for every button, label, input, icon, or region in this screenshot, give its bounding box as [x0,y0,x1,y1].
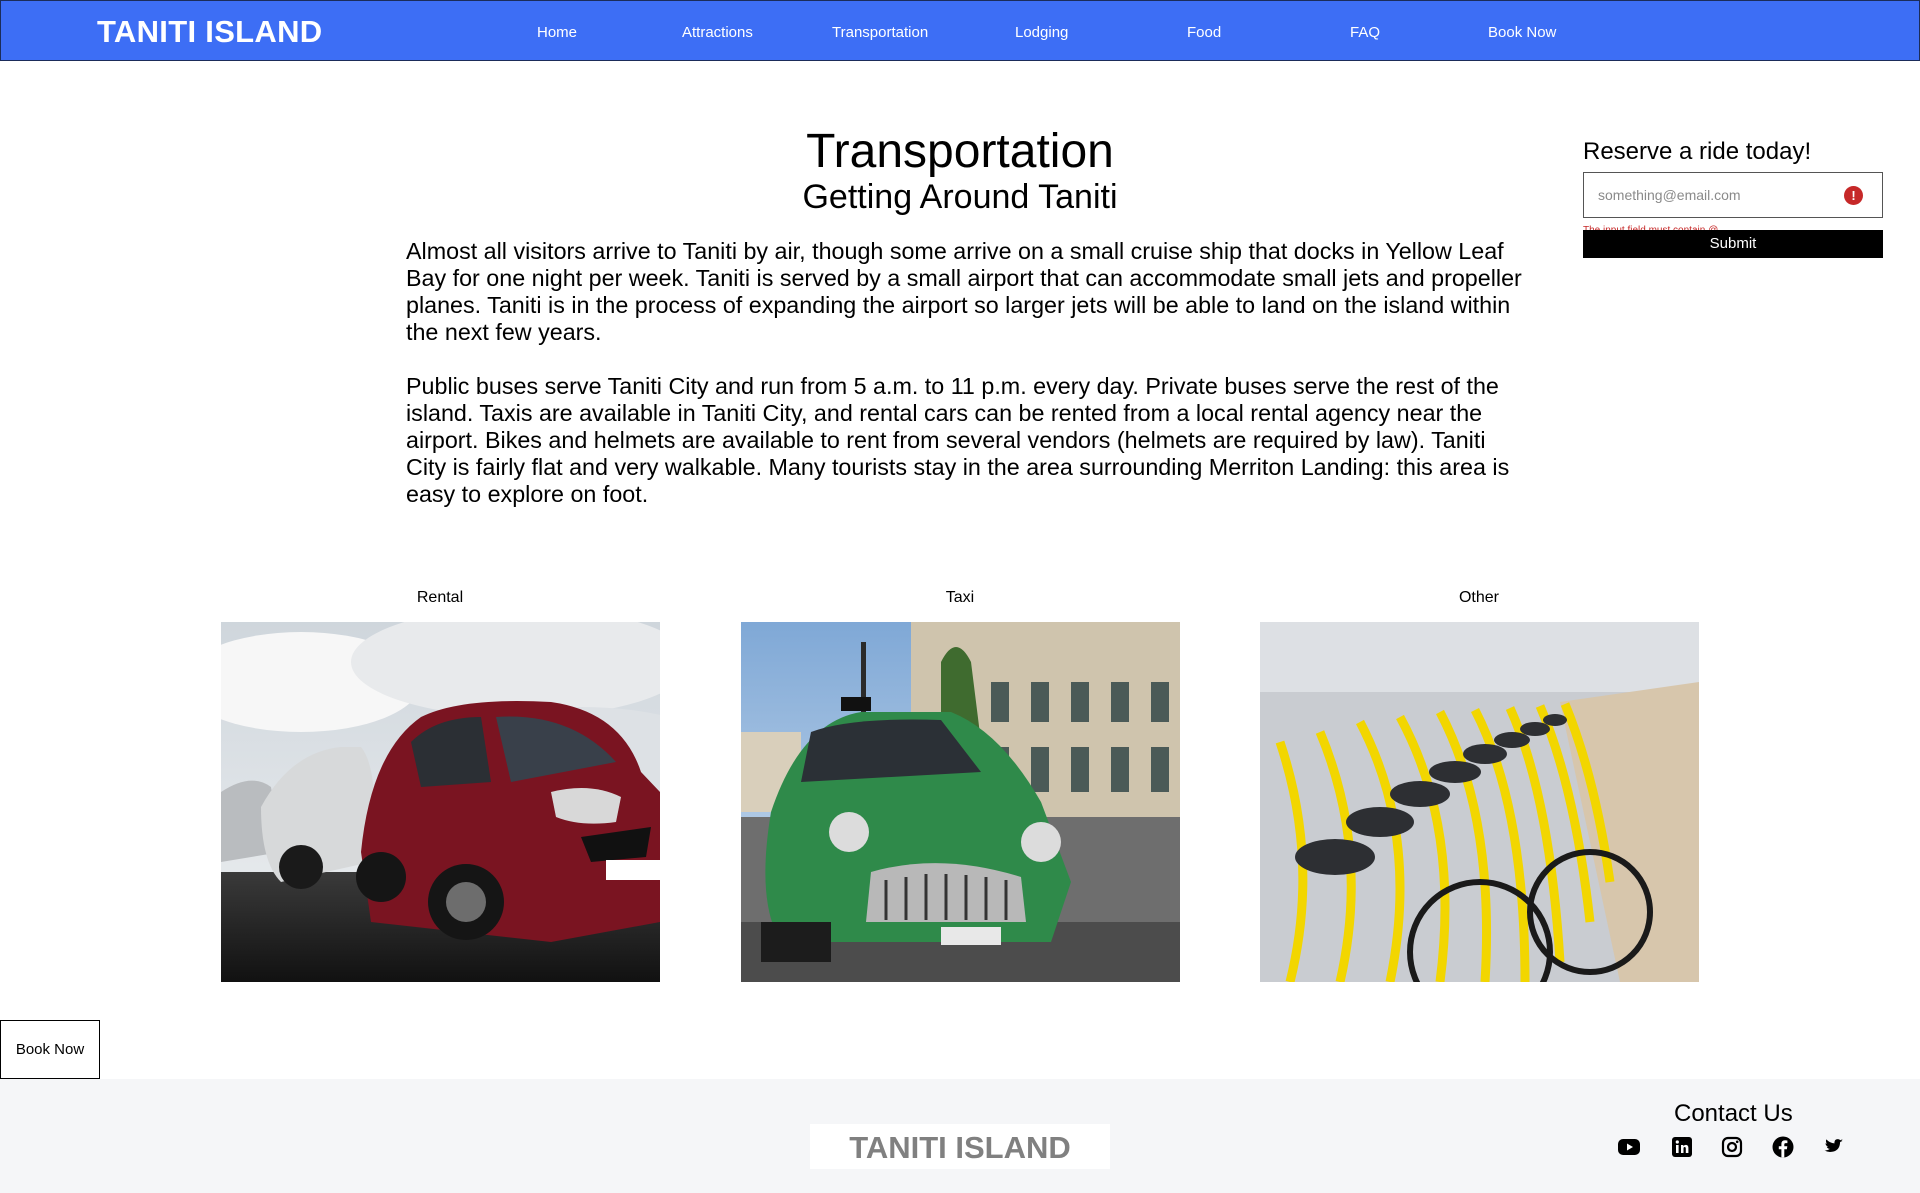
nav-link-transportation[interactable]: Transportation [832,24,928,41]
gallery-label-rental: Rental [416,589,464,606]
gallery-label-other: Other [1458,589,1499,606]
gallery-label-taxi: Taxi [945,589,975,606]
top-navbar: TANITI ISLAND Home Attractions Transport… [0,0,1920,61]
alert-icon: ! [1844,186,1863,205]
site-footer: TANITI ISLAND Contact Us [0,1079,1920,1193]
footer-brand: TANITI ISLAND [849,1130,1071,1165]
linkedin-icon[interactable] [1670,1135,1694,1159]
floating-book-now-button[interactable]: Book Now [0,1020,100,1079]
yellow-bikes-photo [1260,622,1699,982]
details-paragraph: Public buses serve Taniti City and run f… [406,373,1510,507]
red-car-photo [221,622,660,982]
page-title: Transportation [806,125,1114,178]
instagram-icon[interactable] [1720,1135,1744,1159]
footer-brand-box: TANITI ISLAND [810,1124,1110,1169]
youtube-icon[interactable] [1617,1135,1641,1159]
page-subtitle: Getting Around Taniti [802,178,1118,216]
email-field-box: ! [1583,172,1883,218]
facebook-icon[interactable] [1771,1135,1795,1159]
intro-paragraph: Almost all visitors arrive to Taniti by … [406,238,1522,345]
submit-button[interactable]: Submit [1583,230,1883,258]
nav-link-book-now[interactable]: Book Now [1488,24,1556,41]
nav-link-lodging[interactable]: Lodging [1015,24,1068,41]
site-brand[interactable]: TANITI ISLAND [97,14,322,50]
email-input[interactable] [1598,185,1838,205]
reserve-title: Reserve a ride today! [1583,138,1812,165]
nav-link-attractions[interactable]: Attractions [682,24,753,41]
twitter-icon[interactable] [1821,1135,1845,1159]
nav-link-faq[interactable]: FAQ [1350,24,1380,41]
nav-link-home[interactable]: Home [537,24,577,41]
green-taxi-photo [741,622,1180,982]
nav-link-food[interactable]: Food [1187,24,1221,41]
contact-title: Contact Us [1674,1100,1793,1127]
